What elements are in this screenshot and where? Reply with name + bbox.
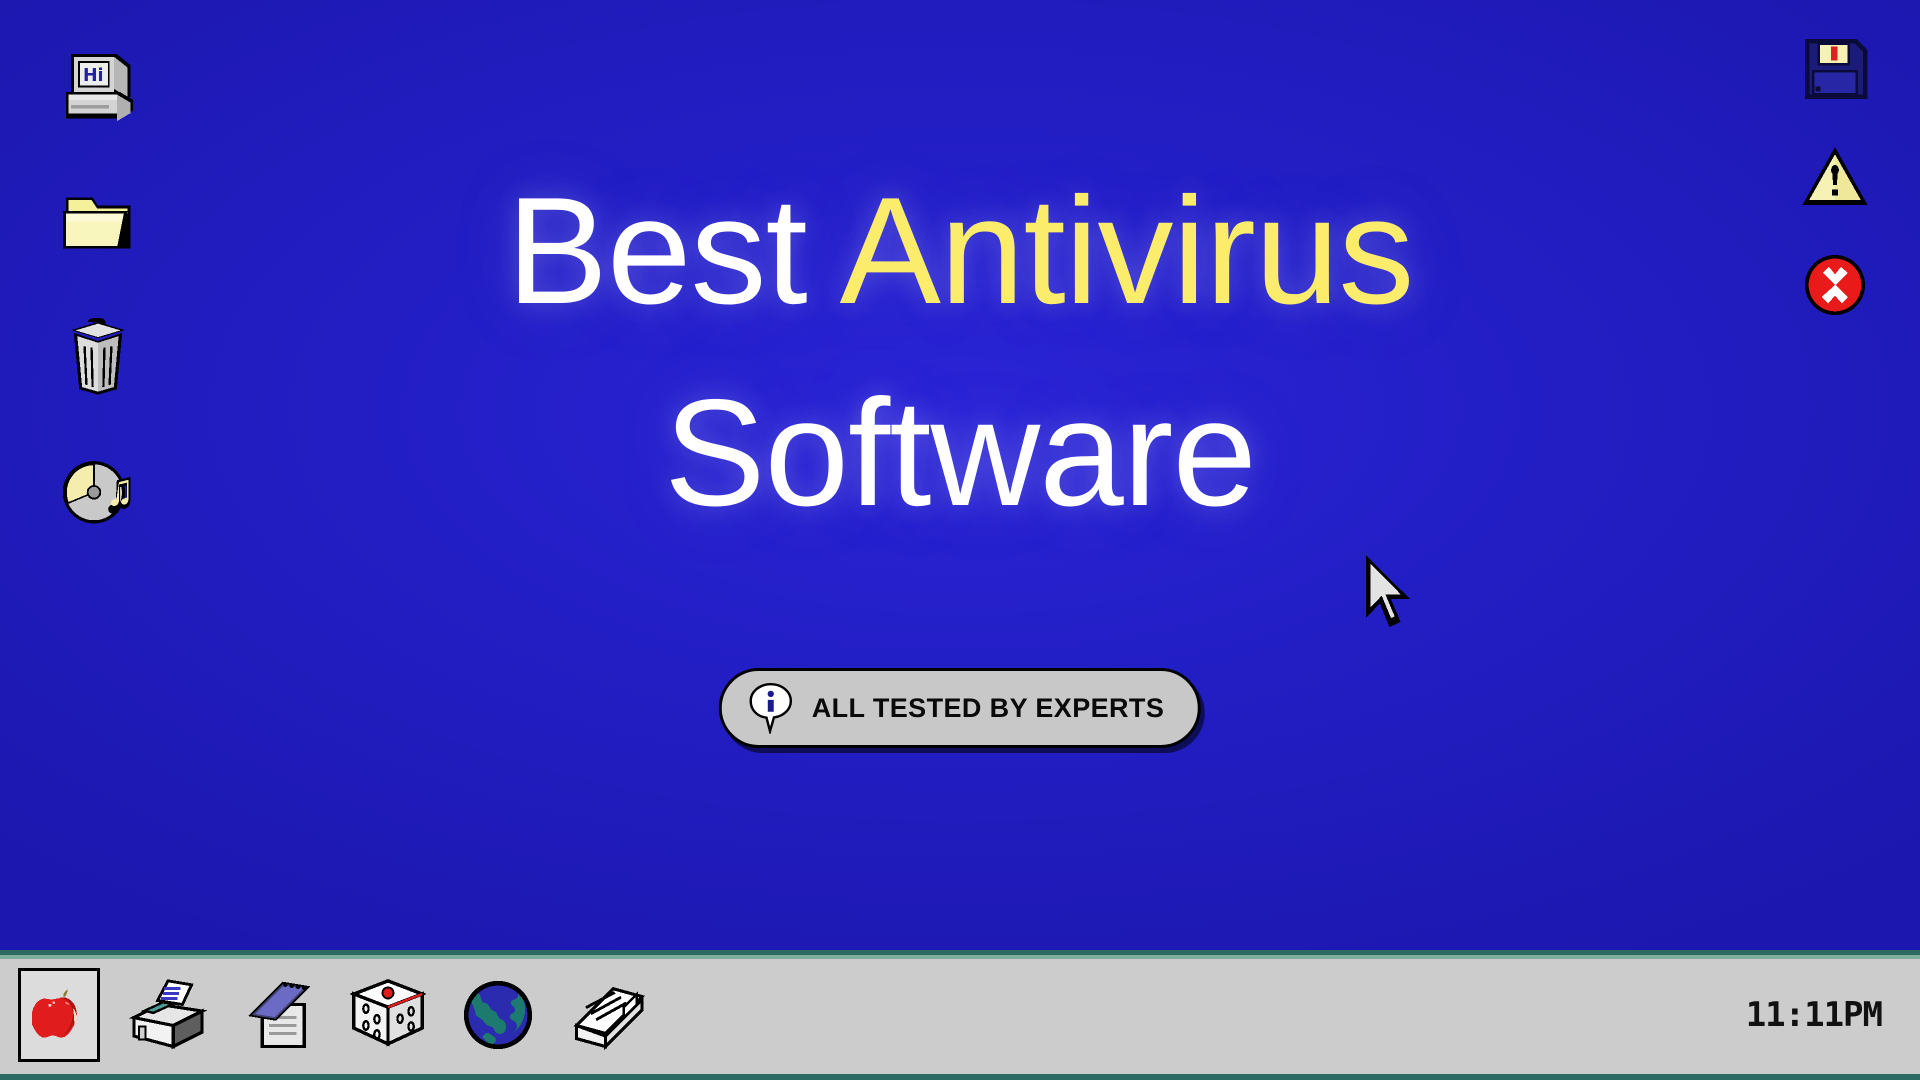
info-bubble-icon xyxy=(748,682,794,734)
badge-label: ALL TESTED BY EXPERTS xyxy=(811,692,1165,723)
taskbar-clock[interactable]: 11:11PM xyxy=(1746,995,1896,1035)
trash-icon[interactable] xyxy=(55,314,141,400)
dice-icon[interactable] xyxy=(346,969,430,1061)
headline-line-2: Software xyxy=(664,368,1257,539)
desktop-icon-column-left: Hi xyxy=(55,38,141,538)
headline-word-best: Best xyxy=(506,166,840,336)
svg-text:Hi: Hi xyxy=(83,66,104,86)
error-icon[interactable] xyxy=(1798,248,1872,322)
desktop-icon-column-right xyxy=(1798,32,1872,322)
cd-audio-icon[interactable] xyxy=(55,452,141,538)
headline-line-1: Best Antivirus xyxy=(0,150,1920,352)
page-title: Best Antivirus Software xyxy=(0,150,1920,554)
folder-icon[interactable] xyxy=(55,176,141,262)
globe-icon[interactable] xyxy=(456,969,540,1061)
headline-word-antivirus: Antivirus xyxy=(839,166,1415,336)
start-button-apple[interactable] xyxy=(18,967,100,1062)
desktop: Hi Best Antivirus Software ALL TESTED BY… xyxy=(0,0,1920,1080)
printer-icon[interactable] xyxy=(126,969,210,1061)
taskbar-items xyxy=(18,967,650,1062)
warning-icon[interactable] xyxy=(1798,140,1872,214)
arrow-cursor xyxy=(1360,552,1422,640)
floppy-disk-icon[interactable] xyxy=(1798,32,1872,106)
all-tested-by-experts-badge[interactable]: ALL TESTED BY EXPERTS xyxy=(718,668,1202,748)
documents-tray-icon[interactable] xyxy=(566,969,650,1061)
taskbar: 11:11PM xyxy=(0,950,1920,1080)
computer-icon[interactable]: Hi xyxy=(55,38,141,124)
notepad-icon[interactable] xyxy=(236,969,320,1061)
